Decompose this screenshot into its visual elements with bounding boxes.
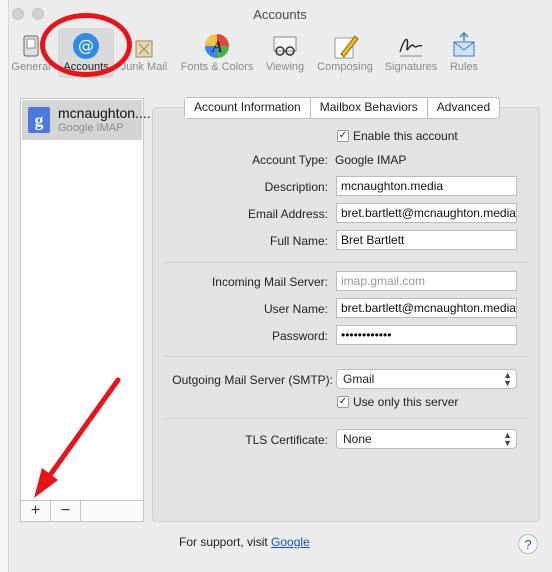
preferences-window: Accounts General @ Accounts Junk Mail A … (0, 0, 552, 572)
red-arrow-annotation (34, 377, 121, 498)
